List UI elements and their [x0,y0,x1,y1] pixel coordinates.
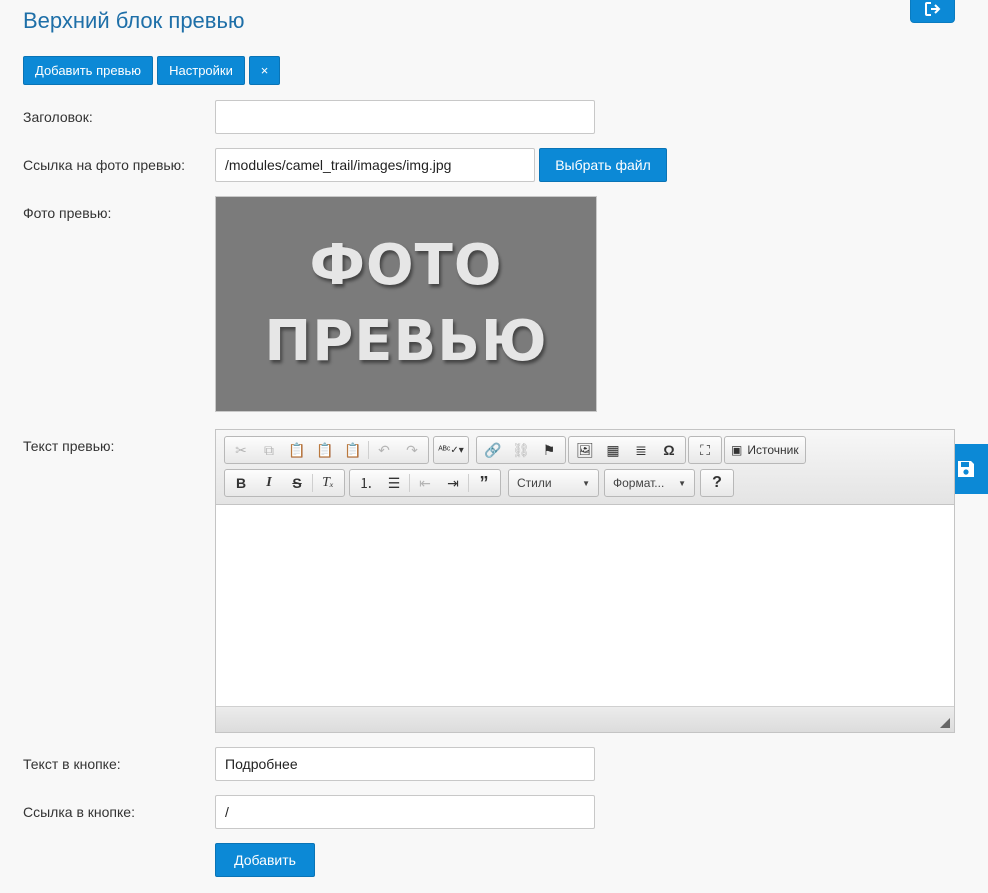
photo-link-input[interactable]: /modules/camel_trail/images/img.jpg [215,148,535,182]
separator [368,441,369,459]
submit-add-button[interactable]: Добавить [215,843,315,877]
text-label: Текст превью: [23,438,115,454]
source-label: Источник [747,443,799,457]
button-link-label: Ссылка в кнопке: [23,804,135,820]
choose-file-button[interactable]: Выбрать файл [539,148,667,182]
image-icon[interactable]: 🖼 [571,438,599,462]
special-char-icon[interactable]: Ω [655,438,683,462]
indent-icon[interactable]: ⇥ [439,471,467,495]
unlink-icon[interactable]: ⛓ [507,438,535,462]
list-group: ⒈ ☰ ⇤ ⇥ ” [349,469,501,497]
paste-text-icon[interactable]: 📋 [311,438,339,462]
exit-icon [924,1,940,16]
format-label: Формат... [613,476,665,490]
outdent-icon[interactable]: ⇤ [411,471,439,495]
editor-toolbar: ✂ ⧉ 📋 📋 📋 ↶ ↷ ᴬᴮᶜ✓▾ 🔗 ⛓ ⚑ 🖼 ▦ ≣ Ω ⛶ ▣ Ис… [216,430,954,505]
spellcheck-icon[interactable]: ᴬᴮᶜ✓▾ [436,438,466,462]
paste-word-icon[interactable]: 📋 [339,438,367,462]
photo-preview-image: ФОТО ПРЕВЬЮ [215,196,597,412]
editor-statusbar [216,706,954,732]
floppy-disk-icon [957,461,974,477]
page-title: Верхний блок превью [23,8,245,33]
basic-styles-group: B I S Tₓ [224,469,345,497]
bold-icon[interactable]: B [227,471,255,495]
numbered-list-icon[interactable]: ⒈ [352,471,380,495]
horizontal-line-icon[interactable]: ≣ [627,438,655,462]
format-dropdown[interactable]: Формат... ▼ [604,469,695,497]
styles-label: Стили [517,476,552,490]
undo-icon[interactable]: ↶ [370,438,398,462]
editor-content-area[interactable] [216,505,954,705]
photo-placeholder-line2: ПРЕВЬЮ [264,309,548,374]
title-label: Заголовок: [23,109,93,125]
copy-icon[interactable]: ⧉ [255,438,283,462]
spellcheck-group: ᴬᴮᶜ✓▾ [433,436,469,464]
link-icon[interactable]: 🔗 [479,438,507,462]
separator [312,474,313,492]
maximize-icon[interactable]: ⛶ [691,438,719,462]
chevron-down-icon: ▼ [678,478,686,488]
button-text-input[interactable]: Подробнее [215,747,595,781]
add-preview-button[interactable]: Добавить превью [23,56,153,85]
styles-dropdown[interactable]: Стили ▼ [508,469,599,497]
title-input[interactable] [215,100,595,134]
paste-icon[interactable]: 📋 [283,438,311,462]
help-group: ? [700,469,734,497]
cut-icon[interactable]: ✂ [227,438,255,462]
italic-icon[interactable]: I [255,471,283,495]
source-button[interactable]: ▣ Источник [724,436,806,464]
photo-label: Фото превью: [23,205,112,221]
exit-button[interactable] [910,0,955,23]
settings-button[interactable]: Настройки [157,56,245,85]
link-group: 🔗 ⛓ ⚑ [476,436,566,464]
button-link-input[interactable]: / [215,795,595,829]
rich-text-editor[interactable]: ✂ ⧉ 📋 📋 📋 ↶ ↷ ᴬᴮᶜ✓▾ 🔗 ⛓ ⚑ 🖼 ▦ ≣ Ω ⛶ ▣ Ис… [215,429,955,733]
help-icon[interactable]: ? [703,471,731,495]
bulleted-list-icon[interactable]: ☰ [380,471,408,495]
remove-format-icon[interactable]: Tₓ [314,471,342,495]
redo-icon[interactable]: ↷ [398,438,426,462]
resize-handle-icon[interactable] [940,718,950,728]
anchor-flag-icon[interactable]: ⚑ [535,438,563,462]
separator [468,474,469,492]
maximize-group: ⛶ [688,436,722,464]
clipboard-group: ✂ ⧉ 📋 📋 📋 ↶ ↷ [224,436,429,464]
blockquote-icon[interactable]: ” [470,471,498,495]
photo-link-label: Ссылка на фото превью: [23,157,186,173]
strike-icon[interactable]: S [283,471,311,495]
photo-placeholder-line1: ФОТО [309,233,503,298]
chevron-down-icon: ▼ [582,478,590,488]
close-button[interactable]: × [249,56,280,85]
source-icon: ▣ [731,443,743,457]
separator [409,474,410,492]
table-icon[interactable]: ▦ [599,438,627,462]
insert-group: 🖼 ▦ ≣ Ω [568,436,686,464]
button-text-label: Текст в кнопке: [23,756,121,772]
